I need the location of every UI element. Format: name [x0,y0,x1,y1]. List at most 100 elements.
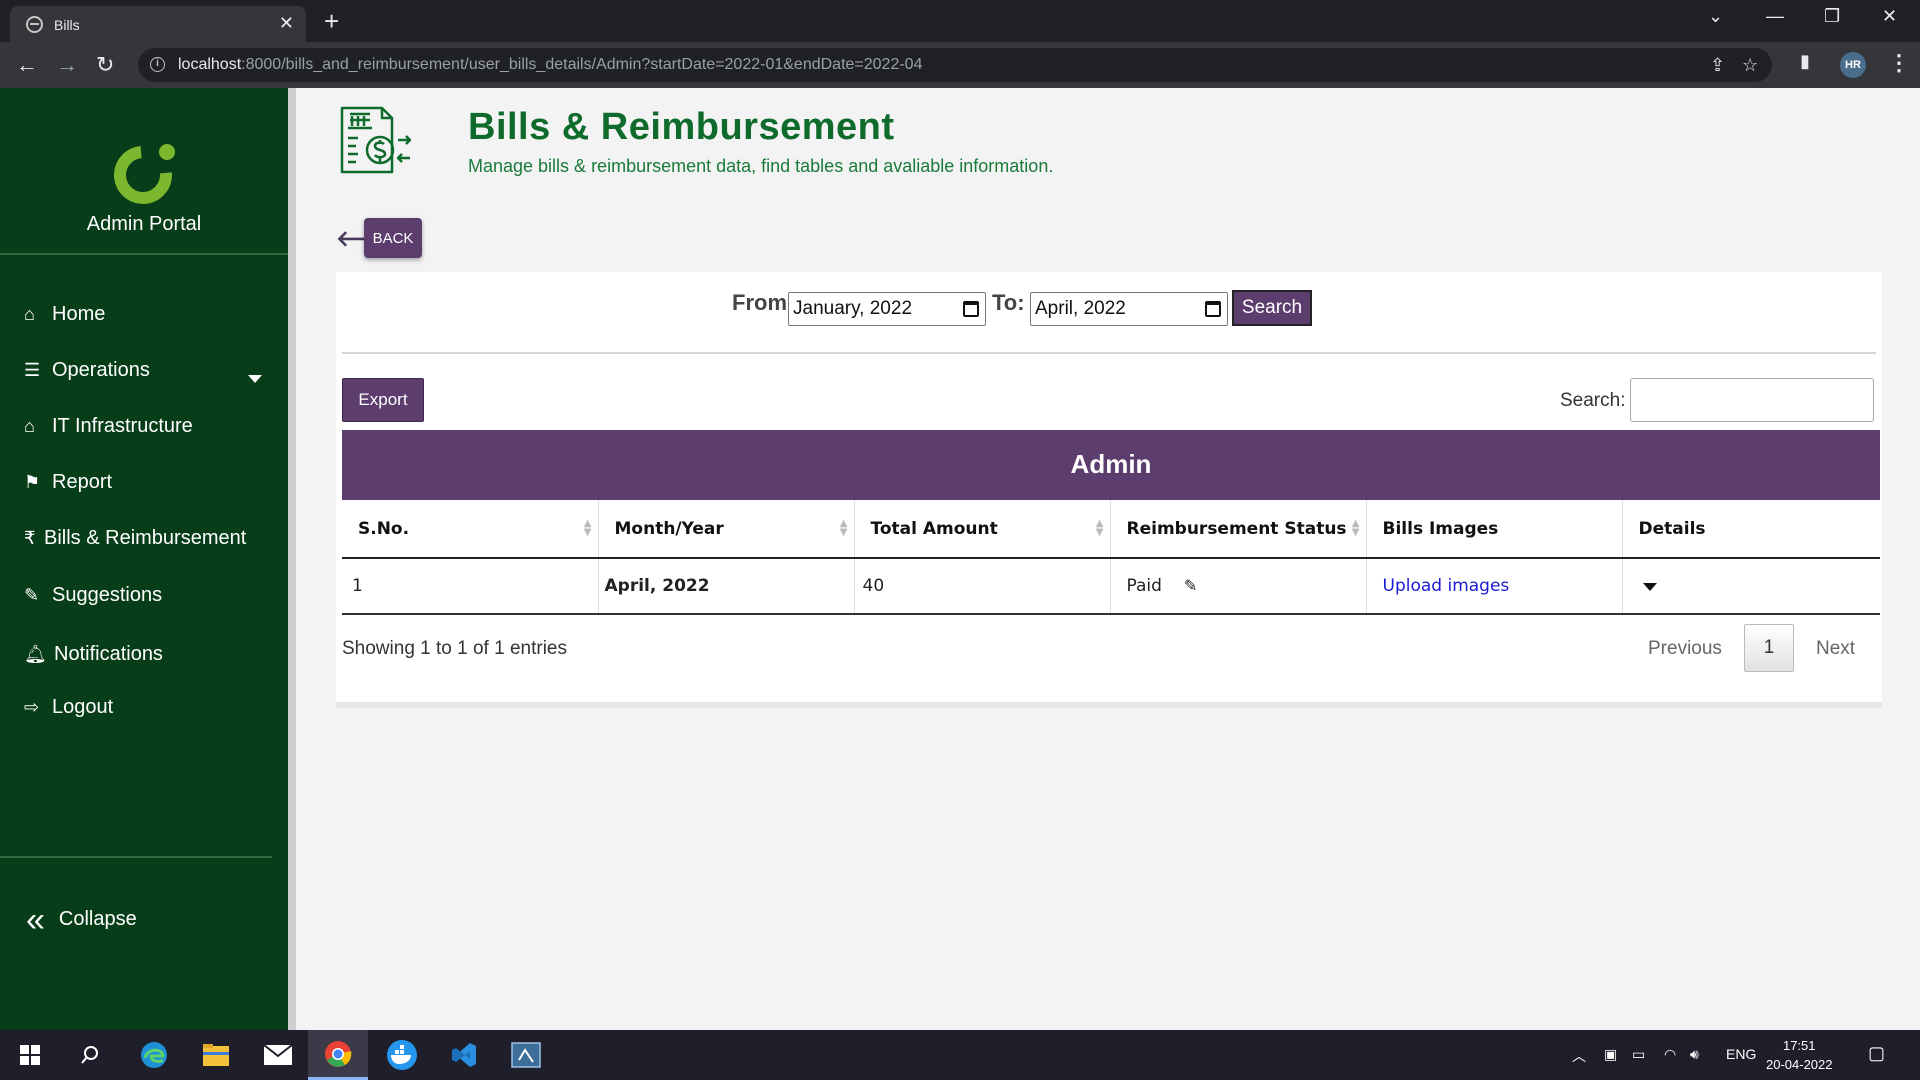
calendar-icon[interactable] [1205,301,1221,317]
cell-details [1622,558,1880,615]
share-icon[interactable]: ⇪ [1710,55,1725,76]
cell-sno: 1 [342,558,599,615]
rupee-icon: ₹ [24,527,36,548]
sidebar-item-label: Notifications [54,642,163,665]
sidebar-item-label: Logout [52,695,114,718]
sidebar-item-it-infrastructure[interactable]: ⌂ IT Infrastructure [24,411,193,441]
col-header-month-year[interactable]: Month/Year ▲ ▼ [598,500,855,559]
file-explorer-icon[interactable] [186,1030,246,1080]
page-title: Bills & Reimbursement [468,106,895,148]
home-icon: ⌂ [24,303,35,324]
calendar-icon[interactable] [963,301,979,317]
collapse-button[interactable]: « Collapse [26,903,137,937]
url-field[interactable]: i localhost:8000/bills_and_reimbursement… [138,48,1772,82]
browser-tab-bar: Bills ✕ + ⌄ — ❐ ✕ [0,0,1920,42]
collapse-label: Collapse [58,908,137,930]
restore-icon[interactable]: ❐ [1824,6,1840,27]
col-header-total-amount[interactable]: Total Amount ▲ ▼ [854,500,1111,559]
edge-browser-icon[interactable] [124,1030,184,1080]
clock-date: 20-04-2022 [1766,1057,1833,1072]
to-month-value: April, 2022 [1035,298,1126,319]
sort-icon: ▲ ▼ [839,518,848,538]
table-search-label: Search: [1560,390,1626,411]
sidebar-item-bills[interactable]: ₹ Bills & Reimbursement [24,523,246,553]
profile-avatar[interactable]: HR [1840,52,1866,78]
logout-icon: ⇨ [24,696,40,717]
new-tab-icon[interactable]: + [324,6,339,37]
mail-icon[interactable] [248,1030,308,1080]
windows-start-icon[interactable] [0,1030,60,1080]
os-taskbar: ︿ ▣ ▭ ◠ 🔊︎ ENG 17:51 20-04-2022 ▢ [0,1030,1920,1080]
pagination-page-1[interactable]: 1 [1744,624,1794,672]
col-header-bills-images: Bills Images [1366,500,1623,559]
portal-title: Admin Portal [86,213,202,235]
table-row: 1 April, 2022 40 Paid ✎ Upload images [342,558,1880,615]
wifi-icon[interactable]: ◠ [1664,1046,1676,1063]
system-clock[interactable]: 17:51 20-04-2022 [1766,1036,1833,1074]
table-info: Showing 1 to 1 of 1 entries [342,638,567,659]
remote-desktop-icon[interactable] [496,1030,556,1080]
site-info-icon[interactable]: i [150,57,165,72]
list-icon: ☰ [24,359,41,380]
docker-icon[interactable] [372,1030,432,1080]
export-button[interactable]: Export [342,378,424,422]
flag-icon: ⚑ [24,471,41,492]
tab-search-icon[interactable]: ⌄ [1708,6,1723,27]
reload-icon[interactable]: ↻ [96,52,114,78]
sidebar-item-report[interactable]: ⚑ Report [24,467,112,497]
notification-center-icon[interactable]: ▢ [1868,1043,1885,1064]
col-header-sno[interactable]: S.No. ▲ ▼ [342,500,599,559]
sidebar-item-label: Operations [52,358,150,381]
language-indicator[interactable]: ENG [1726,1046,1756,1062]
bills-table: S.No. ▲ ▼ Month/Year ▲ ▼ Total Amount ▲ ▼ Reim… [342,500,1880,615]
portal-logo [102,134,184,216]
search-icon[interactable] [60,1030,120,1080]
chrome-icon[interactable] [308,1030,368,1080]
cell-bills-images: Upload images [1366,558,1623,615]
from-month-input[interactable]: January, 2022 [788,292,986,326]
battery-icon[interactable]: ▭ [1632,1046,1645,1063]
volume-icon[interactable]: 🔊︎ [1690,1046,1699,1063]
close-window-icon[interactable]: ✕ [1882,6,1897,27]
sidebar-divider [0,253,288,255]
sidebar-item-operations[interactable]: ☰ Operations [24,355,150,385]
table-caption: Admin [342,430,1880,500]
pagination-previous[interactable]: Previous [1648,638,1722,660]
back-button[interactable]: BACK [364,218,422,258]
sidebar-item-home[interactable]: ⌂ Home [24,299,105,329]
sidebar-item-label: Home [52,302,106,325]
meet-now-icon[interactable]: ▣ [1604,1046,1617,1063]
pencil-edit-icon[interactable]: ✎ [1184,576,1197,595]
sidebar-item-suggestions[interactable]: ✎ Suggestions [24,580,162,610]
caret-down-icon[interactable] [1642,583,1657,591]
sidebar-scroll-edge [288,88,296,1030]
home-icon: ⌂ [24,415,35,436]
browser-tab[interactable]: Bills ✕ [10,6,306,42]
bell-icon: 🔔︎ [24,643,47,664]
from-label: From: [732,290,795,315]
to-month-input[interactable]: April, 2022 [1030,292,1228,326]
sidebar-item-label: Suggestions [52,583,163,606]
upload-images-link[interactable]: Upload images [1383,576,1510,596]
back-nav-icon[interactable]: ← [16,52,38,78]
browser-menu-icon[interactable]: ⋮ [1888,50,1910,76]
bookmark-star-icon[interactable]: ☆ [1742,55,1758,76]
chevron-down-icon[interactable] [248,375,262,383]
side-panel-icon[interactable]: ▮ [1800,51,1810,72]
col-header-details: Details [1622,500,1880,559]
status-text: Paid [1126,576,1162,596]
url-text: localhost:8000/bills_and_reimbursement/u… [178,56,923,73]
sidebar-item-label: Bills & Reimbursement [44,526,247,549]
col-header-status[interactable]: Reimbursement Status ▲ ▼ [1110,500,1367,559]
sidebar-item-logout[interactable]: ⇨ Logout [24,692,113,722]
table-search-input[interactable] [1630,378,1874,422]
sidebar-item-notifications[interactable]: 🔔︎ Notifications [24,639,163,669]
sidebar: Admin Portal ⌂ Home ☰ Operations ⌂ IT In… [0,88,288,1030]
pagination-next[interactable]: Next [1816,638,1855,660]
vscode-icon[interactable] [434,1030,494,1080]
forward-nav-icon[interactable]: → [56,52,78,78]
tray-expand-icon[interactable]: ︿ [1572,1046,1586,1066]
close-tab-icon[interactable]: ✕ [279,13,294,34]
minimize-icon[interactable]: — [1766,6,1784,27]
date-search-button[interactable]: Search [1232,290,1312,326]
